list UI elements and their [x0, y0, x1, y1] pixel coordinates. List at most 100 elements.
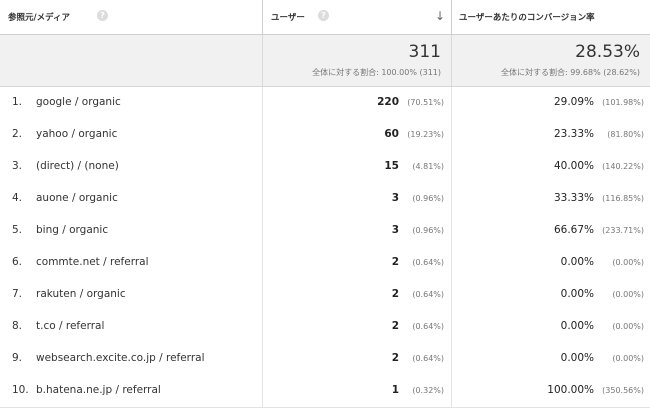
row-index: 7.	[12, 288, 23, 300]
totals-conv-value: 28.53%	[575, 42, 640, 62]
conversion-percent: (81.80%)	[607, 130, 644, 139]
users-value: 3	[391, 224, 399, 236]
users-value: 2	[391, 256, 399, 268]
users-value: 2	[391, 320, 399, 332]
users-cell: 2 (0.64%)	[262, 247, 451, 279]
conversion-percent: (0.00%)	[612, 290, 644, 299]
users-percent: (0.32%)	[412, 386, 444, 395]
source-link[interactable]: auone / organic	[36, 192, 118, 204]
help-icon[interactable]: ?	[97, 10, 108, 21]
header-conversion[interactable]: ユーザーあたりのコンバージョン率	[451, 0, 650, 34]
source-link[interactable]: websearch.excite.co.jp / referral	[36, 352, 205, 364]
users-percent: (0.64%)	[412, 290, 444, 299]
users-value: 2	[391, 352, 399, 364]
help-icon[interactable]: ?	[318, 10, 329, 21]
source-link[interactable]: t.co / referral	[36, 320, 104, 332]
conversion-cell: 29.09% (101.98%)	[451, 87, 650, 119]
totals-row: 311 全体に対する割合: 100.00% (311) 28.53% 全体に対す…	[0, 35, 650, 87]
conversion-value: 0.00%	[560, 256, 594, 268]
row-index: 5.	[12, 224, 23, 236]
users-percent: (70.51%)	[407, 98, 444, 107]
source-link[interactable]: (direct) / (none)	[36, 160, 119, 172]
conversion-cell: 0.00% (0.00%)	[451, 343, 650, 375]
users-value: 1	[391, 384, 399, 396]
conversion-percent: (0.00%)	[612, 354, 644, 363]
source-cell: 3. (direct) / (none)	[0, 151, 262, 183]
users-percent: (4.81%)	[412, 162, 444, 171]
conversion-cell: 66.67% (233.71%)	[451, 215, 650, 247]
source-link[interactable]: b.hatena.ne.jp / referral	[36, 384, 161, 396]
header-users[interactable]: ユーザー ? ↓	[262, 0, 451, 34]
source-cell: 6. commte.net / referral	[0, 247, 262, 279]
table-row: 6. commte.net / referral 2 (0.64%) 0.00%…	[0, 247, 650, 280]
conversion-value: 23.33%	[553, 128, 594, 140]
source-cell: 4. auone / organic	[0, 183, 262, 215]
users-cell: 3 (0.96%)	[262, 215, 451, 247]
users-cell: 60 (19.23%)	[262, 119, 451, 151]
users-percent: (0.96%)	[412, 226, 444, 235]
users-percent: (0.64%)	[412, 354, 444, 363]
row-index: 6.	[12, 256, 23, 268]
totals-conv-sub: 全体に対する割合: 99.68% (28.62%)	[500, 68, 640, 77]
conversion-percent: (140.22%)	[602, 162, 644, 171]
totals-users-cell: 311 全体に対する割合: 100.00% (311)	[262, 35, 451, 86]
table-row: 2. yahoo / organic 60 (19.23%) 23.33% (8…	[0, 119, 650, 152]
source-link[interactable]: yahoo / organic	[36, 128, 117, 140]
totals-users-value: 311	[408, 42, 441, 62]
users-value: 15	[384, 160, 399, 172]
totals-users-sub: 全体に対する割合: 100.00% (311)	[312, 68, 441, 77]
conversion-cell: 100.00% (350.56%)	[451, 375, 650, 407]
source-cell: 9. websearch.excite.co.jp / referral	[0, 343, 262, 375]
source-cell: 10. b.hatena.ne.jp / referral	[0, 375, 262, 407]
conversion-value: 66.67%	[553, 224, 594, 236]
source-link[interactable]: rakuten / organic	[36, 288, 126, 300]
table-row: 8. t.co / referral 2 (0.64%) 0.00% (0.00…	[0, 311, 650, 344]
header-source[interactable]: 参照元/メディア ?	[0, 0, 262, 34]
users-value: 220	[377, 96, 399, 108]
row-index: 9.	[12, 352, 23, 364]
conversion-cell: 40.00% (140.22%)	[451, 151, 650, 183]
users-cell: 2 (0.64%)	[262, 343, 451, 375]
totals-source-cell	[0, 35, 262, 86]
conversion-percent: (350.56%)	[602, 386, 644, 395]
source-cell: 8. t.co / referral	[0, 311, 262, 343]
conversion-value: 40.00%	[553, 160, 594, 172]
table-row: 1. google / organic 220 (70.51%) 29.09% …	[0, 87, 650, 120]
table-row: 4. auone / organic 3 (0.96%) 33.33% (116…	[0, 183, 650, 216]
conversion-cell: 0.00% (0.00%)	[451, 279, 650, 311]
table-row: 10. b.hatena.ne.jp / referral 1 (0.32%) …	[0, 375, 650, 408]
source-link[interactable]: commte.net / referral	[36, 256, 149, 268]
table-header: 参照元/メディア ? ユーザー ? ↓ ユーザーあたりのコンバージョン率	[0, 0, 650, 35]
conversion-percent: (116.85%)	[602, 194, 644, 203]
table-row: 9. websearch.excite.co.jp / referral 2 (…	[0, 343, 650, 376]
conversion-percent: (101.98%)	[602, 98, 644, 107]
users-percent: (19.23%)	[407, 130, 444, 139]
sort-desc-icon[interactable]: ↓	[435, 9, 445, 23]
row-index: 1.	[12, 96, 23, 108]
totals-conv-cell: 28.53% 全体に対する割合: 99.68% (28.62%)	[451, 35, 650, 86]
users-percent: (0.64%)	[412, 322, 444, 331]
users-value: 2	[391, 288, 399, 300]
conversion-percent: (0.00%)	[612, 322, 644, 331]
source-cell: 2. yahoo / organic	[0, 119, 262, 151]
users-value: 60	[384, 128, 399, 140]
table-row: 5. bing / organic 3 (0.96%) 66.67% (233.…	[0, 215, 650, 248]
source-link[interactable]: bing / organic	[36, 224, 108, 236]
conversion-cell: 0.00% (0.00%)	[451, 311, 650, 343]
source-cell: 1. google / organic	[0, 87, 262, 119]
source-link[interactable]: google / organic	[36, 96, 121, 108]
table-row: 7. rakuten / organic 2 (0.64%) 0.00% (0.…	[0, 279, 650, 312]
users-cell: 15 (4.81%)	[262, 151, 451, 183]
conversion-value: 0.00%	[560, 288, 594, 300]
conversion-cell: 33.33% (116.85%)	[451, 183, 650, 215]
source-cell: 7. rakuten / organic	[0, 279, 262, 311]
header-conversion-label: ユーザーあたりのコンバージョン率	[459, 13, 595, 23]
conversion-cell: 23.33% (81.80%)	[451, 119, 650, 151]
row-index: 3.	[12, 160, 23, 172]
users-percent: (0.96%)	[412, 194, 444, 203]
users-percent: (0.64%)	[412, 258, 444, 267]
conversion-value: 0.00%	[560, 352, 594, 364]
users-cell: 220 (70.51%)	[262, 87, 451, 119]
users-cell: 2 (0.64%)	[262, 279, 451, 311]
users-cell: 2 (0.64%)	[262, 311, 451, 343]
